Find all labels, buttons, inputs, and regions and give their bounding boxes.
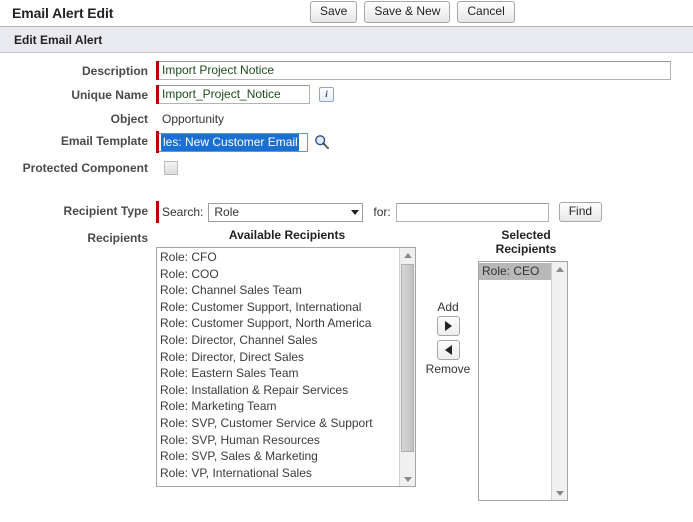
- list-item[interactable]: Role: SVP, Customer Service & Support: [157, 415, 399, 432]
- available-recipients-scrollbar[interactable]: [399, 248, 415, 486]
- list-item[interactable]: Role: Channel Sales Team: [157, 282, 399, 299]
- unique-name-field-wrap: i: [156, 85, 693, 104]
- list-item[interactable]: Role: Director, Channel Sales: [157, 332, 399, 349]
- email-template-field-wrap: les: New Customer Email: [156, 131, 693, 153]
- save-button[interactable]: Save: [310, 1, 358, 23]
- unique-name-label: Unique Name: [71, 88, 148, 102]
- email-alert-form: Description Unique Name i Object Opportu…: [0, 53, 693, 501]
- list-item[interactable]: Role: VP, International Sales: [157, 465, 399, 482]
- remove-label: Remove: [425, 362, 471, 376]
- selected-recipients-caption: Selected Recipients: [495, 228, 557, 256]
- email-template-input[interactable]: les: New Customer Email: [159, 132, 308, 152]
- selected-recipients-column: Selected Recipients Role: CEO: [478, 228, 574, 501]
- recipient-type-select-value: Role: [214, 205, 240, 219]
- page-title: Email Alert Edit: [12, 5, 114, 21]
- protected-component-field-wrap: [156, 158, 693, 175]
- recipient-type-field-wrap: Search: Role for: Find: [156, 201, 693, 223]
- scroll-down-arrow-icon[interactable]: [400, 472, 415, 486]
- object-field-wrap: Opportunity: [156, 109, 693, 126]
- selected-recipients-scrollbar[interactable]: [551, 262, 567, 500]
- list-item[interactable]: Role: SVP, Human Resources: [157, 432, 399, 449]
- scroll-track[interactable]: [400, 262, 415, 472]
- page-header-bar: Email Alert Edit Save Save & New Cancel: [0, 0, 693, 27]
- field-row-description: Description: [0, 61, 693, 80]
- add-button[interactable]: [436, 316, 460, 336]
- add-label: Add: [437, 300, 459, 314]
- list-item[interactable]: Role: Director, Direct Sales: [157, 349, 399, 366]
- object-value: Opportunity: [162, 112, 225, 126]
- field-row-recipient-type: Recipient Type Search: Role for: Find: [0, 201, 693, 223]
- form-spacer: [0, 180, 693, 201]
- remove-button[interactable]: [436, 340, 460, 360]
- list-item[interactable]: Role: Eastern Sales Team: [157, 365, 399, 382]
- transfer-buttons-column: Add Remove: [418, 228, 478, 376]
- info-icon[interactable]: i: [319, 87, 334, 102]
- field-row-protected-component: Protected Component: [0, 158, 693, 175]
- email-template-label: Email Template: [60, 134, 148, 148]
- scroll-track[interactable]: [552, 276, 567, 486]
- recipient-type-select[interactable]: Role: [208, 202, 364, 222]
- description-label: Description: [81, 64, 148, 78]
- magnifier-icon[interactable]: [314, 134, 330, 150]
- protected-component-checkbox: [164, 161, 178, 175]
- available-recipients-column: Available Recipients Role: CFO Role: COO R…: [156, 228, 418, 487]
- scroll-down-arrow-icon[interactable]: [552, 486, 567, 500]
- field-row-object: Object Opportunity: [0, 109, 693, 126]
- scroll-thumb[interactable]: [401, 264, 414, 452]
- description-input[interactable]: [159, 61, 671, 80]
- for-label: for:: [373, 205, 391, 219]
- scroll-up-arrow-icon[interactable]: [400, 248, 415, 262]
- section-header-edit-email-alert: Edit Email Alert: [0, 27, 693, 53]
- chevron-down-icon: [351, 209, 360, 215]
- list-item[interactable]: Role: Marketing Team: [157, 398, 399, 415]
- section-title: Edit Email Alert: [14, 32, 103, 47]
- unique-name-input[interactable]: [159, 85, 310, 104]
- find-button[interactable]: Find: [558, 202, 603, 222]
- list-item[interactable]: Role: COO: [157, 266, 399, 283]
- list-item[interactable]: Role: SVP, Sales & Marketing: [157, 448, 399, 465]
- cancel-button[interactable]: Cancel: [457, 1, 515, 23]
- selected-recipients-listbox[interactable]: Role: CEO: [478, 261, 568, 501]
- description-field-wrap: [156, 61, 693, 80]
- list-item[interactable]: Role: CFO: [157, 249, 399, 266]
- recipient-search-input[interactable]: [395, 202, 549, 222]
- scroll-up-arrow-icon[interactable]: [552, 262, 567, 276]
- header-button-group: Save Save & New Cancel: [310, 1, 515, 23]
- list-item[interactable]: Role: Customer Support, International: [157, 299, 399, 316]
- recipients-label: Recipients: [87, 231, 148, 245]
- transfer-buttons-stack: Add Remove: [418, 228, 478, 376]
- object-label: Object: [110, 112, 148, 126]
- dual-listbox: Available Recipients Role: CFO Role: COO R…: [156, 228, 574, 501]
- field-row-email-template: Email Template les: New Customer Email: [0, 131, 693, 153]
- email-template-selected-text: les: New Customer Email: [161, 133, 299, 151]
- field-row-recipients: Recipients Available Recipients Role: CF…: [0, 228, 693, 501]
- available-recipients-items: Role: CFO Role: COO Role: Channel Sales Te…: [157, 248, 399, 486]
- arrow-right-icon: [444, 321, 452, 331]
- recipients-field-wrap: Available Recipients Role: CFO Role: COO R…: [156, 228, 693, 501]
- protected-component-label: Protected Component: [22, 161, 148, 175]
- field-row-unique-name: Unique Name i: [0, 85, 693, 104]
- list-item[interactable]: Role: CEO: [479, 263, 551, 280]
- list-item[interactable]: Role: Customer Support, North America: [157, 315, 399, 332]
- available-recipients-caption: Available Recipients: [228, 228, 346, 242]
- save-and-new-button[interactable]: Save & New: [364, 1, 451, 23]
- selected-recipients-items: Role: CEO: [479, 262, 551, 500]
- recipient-type-label: Recipient Type: [63, 204, 148, 218]
- list-item[interactable]: Role: Installation & Repair Services: [157, 382, 399, 399]
- search-label: Search:: [162, 205, 204, 219]
- arrow-left-icon: [444, 345, 452, 355]
- available-recipients-listbox[interactable]: Role: CFO Role: COO Role: Channel Sales Te…: [156, 247, 416, 487]
